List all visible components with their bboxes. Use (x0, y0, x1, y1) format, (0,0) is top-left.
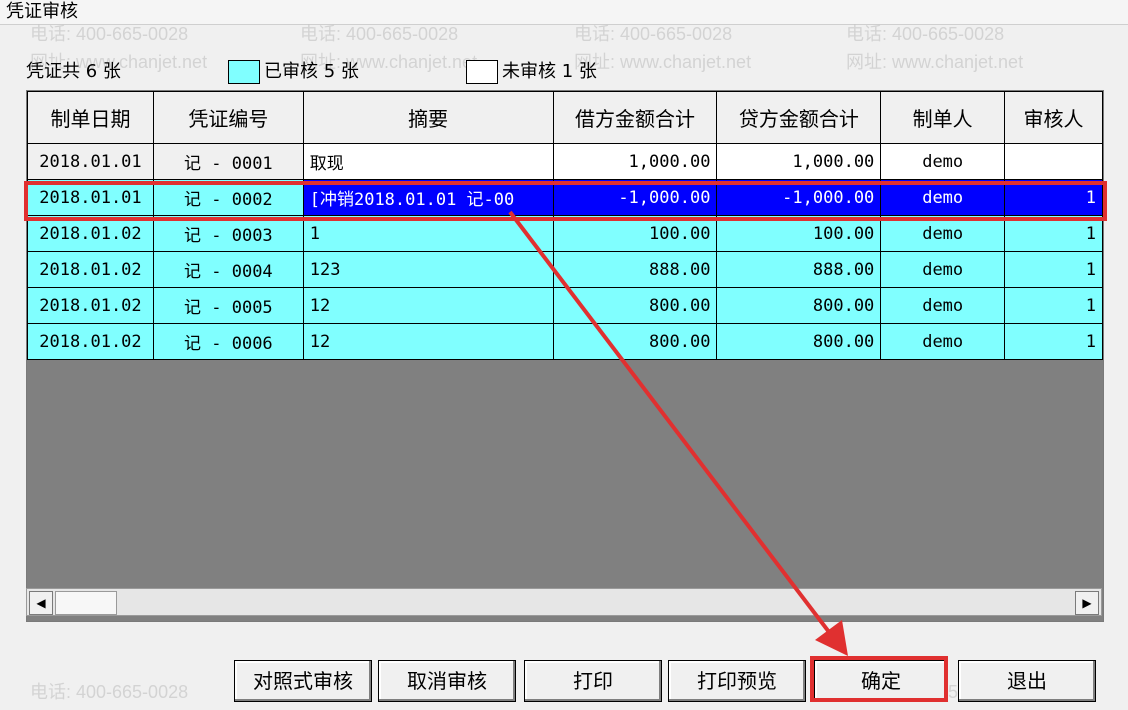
cell-summary: 12 (302, 323, 554, 360)
cell-voucher-no: 记 - 0004 (152, 251, 304, 288)
cell-auditor: 1 (1004, 215, 1103, 252)
confirm-button[interactable]: 确定 (814, 660, 948, 702)
window-right-edge (1110, 30, 1128, 710)
cell-maker: demo (880, 143, 1006, 180)
cell-summary: 1 (302, 215, 554, 252)
cell-credit: 888.00 (716, 251, 882, 288)
audited-count: 已审核 5 张 (264, 61, 359, 82)
cell-credit: 800.00 (716, 323, 882, 360)
watermark-phone: 电话: 400-665-0028 (574, 24, 733, 44)
cell-debit: 888.00 (552, 251, 718, 288)
cell-credit: 1,000.00 (716, 143, 882, 180)
window-title: 凭证审核 (6, 1, 78, 22)
print-preview-button[interactable]: 打印预览 (668, 660, 806, 702)
cell-date: 2018.01.02 (27, 287, 154, 324)
cell-maker: demo (880, 287, 1006, 324)
watermark-phone: 电话: 400-665-0028 (300, 24, 459, 44)
cell-credit: 800.00 (716, 287, 882, 324)
audited-swatch (228, 60, 260, 84)
voucher-grid[interactable]: 制单日期 凭证编号 摘要 借方金额合计 贷方金额合计 制单人 审核人 2018.… (26, 90, 1104, 622)
unaudited-count: 未审核 1 张 (502, 61, 597, 82)
cell-voucher-no: 记 - 0001 (152, 143, 304, 180)
watermark-phone: 电话: 400-665-0028 (30, 24, 189, 44)
left-arrow-icon[interactable]: ◀ (29, 591, 53, 615)
header-voucher-no[interactable]: 凭证编号 (152, 91, 304, 144)
voucher-table: 制单日期 凭证编号 摘要 借方金额合计 贷方金额合计 制单人 审核人 2018.… (27, 91, 1103, 360)
title-bar: 凭证审核 (0, 0, 1128, 25)
cell-debit: -1,000.00 (552, 179, 718, 216)
cell-summary: 12 (302, 287, 554, 324)
cell-voucher-no: 记 - 0006 (152, 323, 304, 360)
table-row[interactable]: 2018.01.02 记 - 0006 12 800.00 800.00 dem… (27, 323, 1103, 360)
header-date[interactable]: 制单日期 (27, 91, 154, 144)
cell-date: 2018.01.01 (27, 179, 154, 216)
watermark-site: 网址: www.chanjet.net (574, 52, 752, 72)
cell-date: 2018.01.02 (27, 251, 154, 288)
cell-date: 2018.01.02 (27, 323, 154, 360)
cell-voucher-no: 记 - 0002 (152, 179, 304, 216)
cell-maker: demo (880, 179, 1006, 216)
header-maker[interactable]: 制单人 (880, 91, 1006, 144)
cell-auditor (1004, 143, 1103, 180)
cell-date: 2018.01.01 (27, 143, 154, 180)
watermark-phone: 电话: 400-665-0028 (30, 682, 189, 702)
total-count: 凭证共 6 张 (26, 61, 121, 82)
cell-summary: [冲销2018.01.01 记-00 (302, 179, 554, 216)
right-arrow-icon[interactable]: ▶ (1075, 591, 1099, 615)
table-row[interactable]: 2018.01.02 记 - 0003 1 100.00 100.00 demo… (27, 215, 1103, 252)
cell-debit: 800.00 (552, 287, 718, 324)
compare-audit-button[interactable]: 对照式审核 (234, 660, 372, 702)
horizontal-scrollbar[interactable]: ◀ ▶ (26, 588, 1102, 616)
cell-date: 2018.01.02 (27, 215, 154, 252)
watermark-site: 网址: www.chanjet.net (846, 52, 1024, 72)
cell-credit: 100.00 (716, 215, 882, 252)
table-row[interactable]: 2018.01.02 记 - 0005 12 800.00 800.00 dem… (27, 287, 1103, 324)
cell-summary: 123 (302, 251, 554, 288)
cell-maker: demo (880, 323, 1006, 360)
cell-auditor: 1 (1004, 251, 1103, 288)
cancel-audit-button[interactable]: 取消审核 (378, 660, 516, 702)
cell-auditor: 1 (1004, 323, 1103, 360)
cell-voucher-no: 记 - 0005 (152, 287, 304, 324)
scroll-thumb[interactable] (55, 591, 117, 615)
watermark-phone: 电话: 400-665-0028 (846, 24, 1005, 44)
cell-voucher-no: 记 - 0003 (152, 215, 304, 252)
print-button[interactable]: 打印 (524, 660, 662, 702)
table-row[interactable]: 2018.01.02 记 - 0004 123 888.00 888.00 de… (27, 251, 1103, 288)
header-auditor[interactable]: 审核人 (1004, 91, 1103, 144)
cell-debit: 800.00 (552, 323, 718, 360)
table-row-selected[interactable]: 2018.01.01 记 - 0002 [冲销2018.01.01 记-00 -… (27, 179, 1103, 216)
table-row[interactable]: 2018.01.01 记 - 0001 取现 1,000.00 1,000.00… (27, 143, 1103, 180)
cell-debit: 1,000.00 (552, 143, 718, 180)
header-debit[interactable]: 借方金额合计 (552, 91, 718, 144)
header-summary[interactable]: 摘要 (302, 91, 554, 144)
header-credit[interactable]: 贷方金额合计 (716, 91, 882, 144)
cell-auditor: 1 (1004, 179, 1103, 216)
exit-button[interactable]: 退出 (958, 660, 1096, 702)
cell-maker: demo (880, 215, 1006, 252)
table-header-row: 制单日期 凭证编号 摘要 借方金额合计 贷方金额合计 制单人 审核人 (27, 91, 1103, 144)
cell-maker: demo (880, 251, 1006, 288)
unaudited-swatch (466, 60, 498, 84)
cell-summary: 取现 (302, 143, 554, 180)
cell-credit: -1,000.00 (716, 179, 882, 216)
cell-auditor: 1 (1004, 287, 1103, 324)
cell-debit: 100.00 (552, 215, 718, 252)
